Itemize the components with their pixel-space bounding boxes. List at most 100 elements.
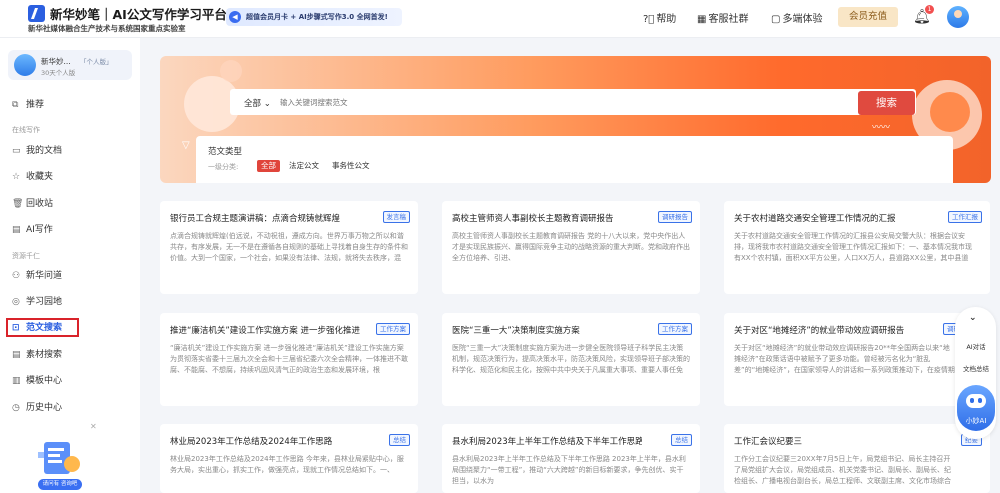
sample-card[interactable]: 医院“三重一大”决策制度实施方案 工作方案 医院“三重一大”决策制度实施方案为进… [442, 313, 700, 406]
squiggle-icon: 〰〰 [872, 123, 891, 133]
close-icon[interactable]: ✕ [90, 422, 97, 431]
card-tag: 总结 [389, 434, 410, 446]
robot-label: 小妙AI [965, 417, 987, 425]
notification-badge: 1 [925, 5, 934, 14]
top-header: 新华妙笔｜AI公文写作学习平台 新华社媒体融合生产技术与系统国家重点实验室 ◀ … [0, 0, 1000, 38]
card-tag: 发言稿 [382, 211, 410, 223]
card-title: 关于农村道路交通安全管理工作情况的汇报 [734, 214, 896, 224]
card-title: 县水利局2023年上半年工作总结及下半年工作思路 [452, 437, 642, 447]
sample-card[interactable]: 林业局2023年工作总结及2024年工作思路 总结 林业局2023年工作总结及2… [160, 424, 418, 493]
sidebar: 新华妙... 「个人版」 30天个人版 ⧉ 推荐 在线写作 ▭ 我的文档 ☆ 收藏夹 … [0, 38, 140, 493]
help-link[interactable]: ?⃝ 帮助 [643, 10, 676, 25]
search-button[interactable]: 搜索 [858, 91, 915, 115]
sample-card[interactable]: 县水利局2023年上半年工作总结及下半年工作思路 总结 县水利局2023年上半年… [442, 424, 700, 493]
help-circle-icon: ?⃝ [643, 14, 655, 25]
card-title: 林业局2023年工作总结及2024年工作思路 [170, 437, 333, 447]
sidebar-item-history[interactable]: ◷ 历史中心 [12, 399, 132, 417]
speaker-icon: ◀ [229, 11, 241, 23]
sidebar-item-templates[interactable]: ▥ 模板中心 [12, 372, 132, 390]
card-title: 工作汇会议纪要三 [734, 437, 803, 447]
search-scope-label: 全部 [244, 99, 262, 109]
user-quota: 30天个人版 [41, 69, 76, 77]
brand-title[interactable]: 新华妙笔｜AI公文写作学习平台 [50, 4, 227, 23]
sidebar-item-my-docs[interactable]: ▭ 我的文档 [12, 142, 132, 160]
sample-card[interactable]: 工作汇会议纪要三 纪要 工作分工会议纪要三20XX年7月5日上午，局党组书记、局… [724, 424, 990, 493]
sidebar-item-learning[interactable]: ◎ 学习园地 [12, 293, 132, 311]
user-edition: 「个人版」 [80, 58, 113, 66]
sample-card[interactable]: 高校主管师资人事副校长主题教育调研报告 调研报告 高校主管师资人事副校长主题教育… [442, 201, 700, 294]
community-label: 客服社群 [708, 14, 749, 25]
card-body: 工作分工会议纪要三20XX年7月5日上午，局党组书记、局长主持召开了局党组扩大会… [734, 455, 951, 485]
avatar[interactable] [947, 6, 969, 28]
card-body: “廉洁机关”建设工作实施方案 进一步强化推进“廉洁机关”建设工作实施方案为贯彻落… [170, 344, 408, 374]
disc-icon: ◎ [12, 297, 20, 307]
brand-logo-icon[interactable] [28, 5, 45, 22]
chip-statutory[interactable]: 法定公文 [289, 160, 319, 172]
sidebar-item-sample-search[interactable]: ⊡ 范文搜索 [12, 319, 132, 337]
card-tag: 工作方案 [376, 323, 410, 335]
card-title: 关于对区“地摊经济”的就业带动效应调研报告 [734, 326, 905, 336]
sidebar-item-material-search[interactable]: ▤ 素材搜索 [12, 346, 132, 364]
card-body: 关于对区“地摊经济”的就业带动效应调研报告20**年全国两会以来“地摊经济”在政… [734, 344, 955, 374]
doc-icon: ▤ [12, 225, 21, 235]
card-body: 医院“三重一大”决策制度实施方案为进一步健全医院领导班子科学民主决策机制，规范决… [452, 344, 690, 374]
section-online-writing: 在线写作 [12, 126, 40, 134]
user-card[interactable]: 新华妙... 「个人版」 30天个人版 [8, 50, 132, 80]
ai-assistant-button[interactable]: 小妙AI [957, 385, 995, 431]
star-icon: ☆ [12, 172, 21, 182]
card-tag: 总结 [671, 434, 692, 446]
sidebar-item-trash[interactable]: 🗑︎ 回收站 [12, 195, 132, 213]
sidebar-item-label: 学习园地 [26, 297, 63, 307]
sidebar-item-recommend[interactable]: ⧉ 推荐 [12, 96, 132, 114]
doc-summary-button[interactable]: 文档总结 [959, 363, 993, 373]
filter-label: 一级分类: [208, 163, 239, 171]
chip-affairs[interactable]: 事务性公文 [332, 160, 370, 172]
clock-icon: ◷ [12, 403, 20, 413]
grid-icon: ▦ [697, 14, 707, 25]
multi-device-link[interactable]: ▢ 多端体验 [771, 10, 822, 25]
section-resources: 资源千仁 [12, 252, 40, 260]
sidebar-item-label: 收藏夹 [26, 172, 54, 182]
card-title: 医院“三重一大”决策制度实施方案 [452, 326, 580, 336]
sample-card[interactable]: 关于农村道路交通安全管理工作情况的汇报 工作汇报 关于农村道路交通安全管理工作情… [724, 201, 990, 294]
community-link[interactable]: ▦ 客服社群 [697, 10, 748, 25]
search-scope-dropdown[interactable]: 全部 ⌄ [244, 97, 271, 109]
sidebar-item-label: 历史中心 [26, 403, 63, 413]
multi-device-label: 多端体验 [782, 14, 823, 25]
assistant-illustration-icon [38, 442, 80, 474]
triangle-icon: ▽ [182, 140, 190, 151]
sidebar-item-label: 回收站 [26, 199, 54, 209]
sample-card[interactable]: 关于对区“地摊经济”的就业带动效应调研报告 调研 关于对区“地摊经济”的就业带动… [724, 313, 990, 406]
sidebar-item-ai-writing[interactable]: ▤ AI写作 [12, 221, 132, 239]
consult-button[interactable]: 请问有 咨询吧 [38, 479, 82, 490]
sidebar-item-label: 推荐 [26, 100, 45, 110]
search-input[interactable] [280, 94, 840, 110]
card-body: 县水利局2023年上半年工作总结及下半年工作思路 2023年上半年，县水利局围绕… [452, 455, 686, 485]
filter-title: 范文类型 [208, 147, 243, 157]
vip-recharge-button[interactable]: 会员充值 [838, 7, 898, 27]
chevron-down-icon: ⌄ [263, 99, 271, 109]
chevron-down-icon[interactable]: ⌄ [969, 313, 977, 323]
sidebar-item-label: 模板中心 [26, 376, 63, 386]
doc-search-icon: ▤ [12, 350, 21, 360]
decor-circle [220, 60, 242, 82]
sidebar-item-favorites[interactable]: ☆ 收藏夹 [12, 168, 132, 186]
folder-icon: ▭ [12, 146, 21, 156]
card-body: 点滴合规铸就辉煌(伯远说，不动祝祖，遵成方向。世界万事万物之所以和谐共存，有序发… [170, 232, 408, 262]
sample-card[interactable]: 推进“廉洁机关”建设工作实施方案 进一步强化推进“清廉... 工作方案 “廉洁机… [160, 313, 418, 406]
card-body: 关于农村道路交通安全管理工作情况的汇报县公安局交警大队：根据会议安排，现将我市农… [734, 232, 972, 262]
card-body: 高校主管师资人事副校长主题教育调研报告 党的十八大以来，党中央作出人才是实现民族… [452, 232, 690, 262]
trash-icon: 🗑︎ [12, 199, 24, 209]
decor-circle [930, 92, 970, 132]
sidebar-item-xinhua-ask[interactable]: ⚇ 新华问道 [12, 267, 132, 285]
card-title: 推进“廉洁机关”建设工作实施方案 进一步强化推进“清廉... [170, 326, 360, 336]
search-doc-icon: ⊡ [12, 323, 20, 333]
promo-banner[interactable]: ◀ 超值会员月卡 + AI步骤式写作3.0 全网首发! [226, 8, 402, 26]
card-tag: 工作方案 [658, 323, 692, 335]
template-icon: ▥ [12, 376, 21, 386]
sample-card[interactable]: 银行员工合规主题演讲稿：点滴合规铸就辉煌 发言稿 点滴合规铸就辉煌(伯远说，不动… [160, 201, 418, 294]
chip-all[interactable]: 全部 [257, 160, 280, 172]
search-bar: 全部 ⌄ [230, 89, 916, 115]
card-tag: 工作汇报 [948, 211, 982, 223]
ai-chat-button[interactable]: AI对话 [959, 341, 993, 351]
